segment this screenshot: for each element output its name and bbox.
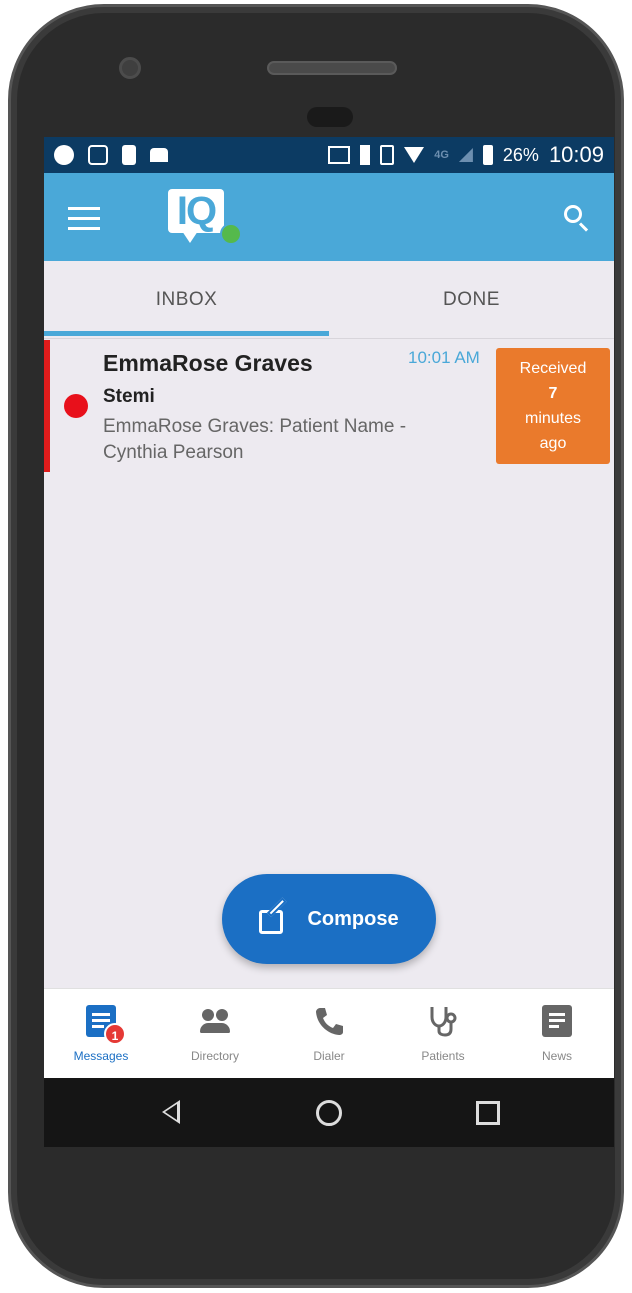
badge-line: minutes: [524, 410, 582, 427]
logo-speech-tail: [182, 231, 198, 243]
cast-icon: [328, 146, 351, 164]
chat-notification-icon: [88, 145, 108, 165]
compose-button[interactable]: Compose: [222, 874, 436, 964]
front-camera: [119, 57, 141, 79]
back-button[interactable]: [162, 1100, 180, 1124]
menu-icon-line: [68, 227, 100, 230]
earpiece-speaker: [267, 61, 397, 75]
edit-icon: [259, 897, 289, 934]
compose-label: Compose: [307, 907, 399, 930]
battery-percent: 26%: [502, 144, 539, 165]
search-icon: [564, 205, 582, 223]
home-button[interactable]: [316, 1100, 342, 1126]
nav-label: News: [541, 1049, 572, 1063]
menu-icon-line: [68, 207, 100, 210]
nav-patients[interactable]: Patients: [386, 989, 500, 1079]
priority-bar: [44, 340, 50, 472]
stethoscope-icon: [430, 1007, 457, 1037]
bluetooth-icon: [360, 145, 371, 165]
message-item[interactable]: EmmaRose Graves Stemi EmmaRose Graves: P…: [44, 340, 614, 472]
nav-directory[interactable]: Directory: [158, 989, 272, 1079]
vibrate-icon: [380, 145, 395, 165]
signal-icon: [458, 148, 473, 162]
search-button[interactable]: [562, 203, 592, 233]
badge-line: Received: [519, 360, 587, 377]
wifi-icon: [404, 147, 425, 163]
tab-done[interactable]: DONE: [329, 261, 614, 339]
nav-messages[interactable]: 1 Messages: [44, 989, 158, 1079]
phone-icon: [316, 1008, 343, 1035]
message-time: 10:01 AM: [408, 348, 480, 367]
message-sender: EmmaRose Graves: [103, 350, 313, 376]
battery-icon: [482, 145, 493, 165]
unread-dot: [64, 394, 88, 418]
lock-icon: [122, 145, 136, 165]
tab-inbox[interactable]: INBOX: [44, 261, 329, 339]
menu-button[interactable]: [68, 203, 102, 231]
search-icon-handle: [578, 222, 589, 232]
unread-count-badge: 1: [104, 1023, 126, 1045]
news-icon: [542, 1005, 572, 1037]
app-bar: IQ: [44, 173, 614, 261]
badge-line: ago: [539, 435, 567, 452]
people-icon: [200, 1005, 230, 1037]
message-preview: EmmaRose Graves: Patient Name - Cynthia …: [103, 416, 407, 463]
online-status-dot: [220, 223, 242, 245]
logo-text: IQ: [168, 189, 224, 233]
nav-news[interactable]: News: [500, 989, 614, 1079]
clock: 10:09: [548, 142, 604, 167]
tab-bar: INBOX DONE: [44, 261, 614, 339]
proximity-sensor: [307, 107, 353, 127]
screen: 4G 26% 10:09 IQ INBOX DONE EmmaRose Grav…: [44, 137, 614, 1147]
badge-minutes-count: 7: [548, 385, 558, 402]
missed-call-icon: [150, 148, 168, 162]
nav-label: Directory: [190, 1049, 239, 1063]
recents-button[interactable]: [476, 1101, 500, 1125]
network-type: 4G: [434, 149, 449, 161]
tab-active-indicator: [44, 331, 329, 336]
android-icon: [54, 145, 74, 165]
message-subject: Stemi: [103, 386, 155, 407]
nav-label: Dialer: [313, 1049, 345, 1063]
menu-icon-line: [68, 217, 100, 220]
app-logo: IQ: [168, 189, 242, 247]
system-nav-bar: [44, 1078, 614, 1147]
nav-dialer[interactable]: Dialer: [272, 989, 386, 1079]
nav-label: Patients: [421, 1049, 465, 1063]
received-badge: Received 7 minutes ago: [496, 348, 610, 464]
nav-label: Messages: [73, 1049, 129, 1063]
bottom-nav: 1 Messages Directory Dialer Patients New…: [44, 988, 614, 1078]
status-bar: 4G 26% 10:09: [44, 137, 614, 173]
